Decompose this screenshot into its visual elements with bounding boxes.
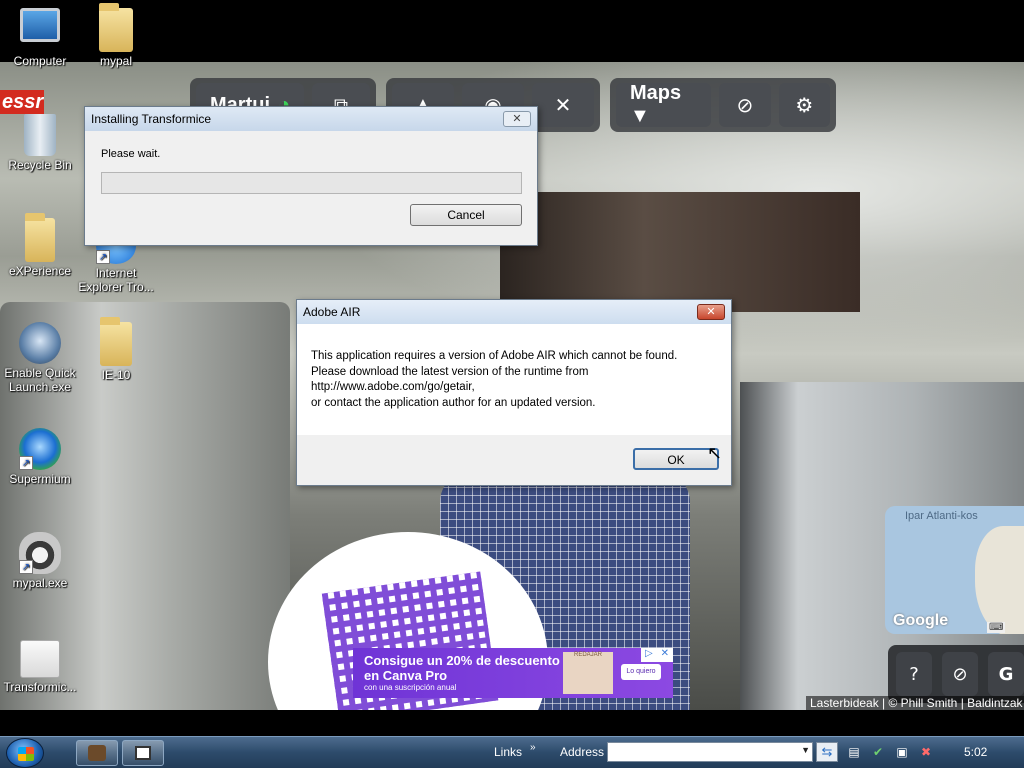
gear-icon[interactable]: ⚙ — [778, 83, 830, 127]
desktop-icon-enable-quick-launch[interactable]: Enable Quick Launch.exe — [0, 322, 80, 394]
desktop-icon-label: Transformic... — [3, 680, 77, 694]
folder-icon — [99, 3, 133, 52]
chevron-right-icon[interactable]: » — [530, 742, 536, 753]
computer-icon — [20, 8, 60, 42]
shortcut-arrow-icon: ↗ — [19, 560, 33, 574]
air-message-line: This application requires a version of A… — [311, 350, 678, 362]
desktop-icon-label: mypal — [99, 54, 132, 68]
cancel-button[interactable]: Cancel — [410, 204, 522, 226]
installer-title-bar[interactable]: Installing Transformice ✕ — [85, 107, 537, 131]
desktop-icon-label: IE-10 — [101, 368, 131, 382]
adobe-air-dialog: Adobe AIR ✕ This application requires a … — [296, 299, 732, 486]
links-toolbar[interactable]: Links — [494, 745, 522, 759]
minimap-ocean-label: Ipar Atlanti-kos — [905, 510, 978, 522]
chevron-down-icon[interactable]: ▼ — [801, 745, 810, 755]
satellite-icon[interactable]: ✕ — [532, 83, 594, 127]
installer-title: Installing Transformice — [91, 112, 212, 126]
shield-check-icon[interactable]: ✔ — [870, 744, 886, 760]
go-button[interactable]: ⇆ — [816, 742, 838, 762]
ad-sub: con una suscripción anual — [364, 683, 457, 692]
clock[interactable]: 5:02 — [964, 745, 987, 759]
folder-icon — [100, 317, 132, 366]
air-message: This application requires a version of A… — [311, 349, 677, 411]
raccoon-icon: ↗ — [19, 532, 61, 574]
quick-launch-icon — [19, 322, 61, 364]
compass-icon[interactable]: ⊘ — [942, 652, 978, 696]
shortcut-arrow-icon: ↗ — [96, 250, 110, 264]
window-taskbar-icon — [135, 746, 151, 760]
close-icon[interactable]: ✕ — [503, 111, 531, 127]
air-message-line: Please download the latest version of th… — [311, 365, 589, 378]
air-message-line: http://www.adobe.com/go/getair, — [311, 381, 475, 393]
desktop-icon-label: Computer — [13, 54, 67, 68]
guess-button[interactable]: G — [988, 652, 1024, 696]
shortcut-arrow-icon: ↗ — [19, 456, 33, 470]
installer-dialog: Installing Transformice ✕ Please wait. C… — [84, 106, 538, 246]
installer-message: Please wait. — [101, 148, 161, 160]
desktop-icon-label: Enable Quick Launch.exe — [4, 366, 76, 394]
google-logo: Google — [893, 612, 949, 629]
desktop-icon-ie10[interactable]: IE-10 — [76, 317, 156, 382]
volume-muted-icon[interactable]: ✖ — [918, 744, 934, 760]
desktop-icon-label: Supermium — [9, 472, 71, 486]
taskbar-item-window[interactable] — [122, 740, 164, 766]
minimap[interactable]: Ipar Atlanti-kos Google ⌨ — [885, 506, 1024, 634]
keyboard-icon[interactable]: ⌨ — [987, 622, 1006, 633]
no-compass-icon[interactable]: ⊘ — [719, 83, 771, 127]
desktop-icon-transformice[interactable]: Transformic... — [0, 640, 80, 694]
ad-image: REDAJAR — [563, 652, 613, 694]
minimap-land — [975, 526, 1024, 634]
windows-logo-icon — [18, 747, 34, 761]
close-icon[interactable]: ✕ — [661, 648, 669, 662]
air-title-bar[interactable]: Adobe AIR ✕ — [297, 300, 731, 324]
desktop-icon-recycle-bin[interactable]: Recycle Bin — [0, 114, 80, 172]
ad-banner[interactable]: Consigue un 20% de descuento en Canva Pr… — [353, 648, 673, 698]
cabin-panel — [500, 192, 860, 312]
network-icon[interactable]: ▣ — [894, 744, 910, 760]
desktop-icon-label: mypal.exe — [12, 576, 68, 590]
desktop-icon-label: Recycle Bin — [8, 158, 72, 172]
toolbar-group-maps: Maps ▼ ⊘ ⚙ — [610, 78, 836, 132]
ad-headline: Consigue un 20% de descuento en Canva Pr… — [364, 653, 560, 683]
maps-dropdown[interactable]: Maps ▼ — [616, 82, 712, 127]
air-message-area: This application requires a version of A… — [297, 324, 731, 435]
mypal-taskbar-icon — [88, 745, 106, 761]
air-message-line: or contact the application author for an… — [311, 396, 596, 409]
ad-badge: REDAJAR — [573, 652, 602, 658]
bottom-tools: ? ⊘ G — [888, 645, 1024, 703]
map-credits: Lasterbideak | © Phill Smith | Baldintza… — [806, 696, 1024, 712]
start-button[interactable] — [6, 738, 44, 768]
desktop-icon-label: eXPerience — [8, 264, 72, 278]
ad-close-controls[interactable]: ▷ ✕ — [641, 648, 673, 662]
document-icon[interactable]: ▤ — [846, 744, 862, 760]
air-title: Adobe AIR — [303, 305, 361, 319]
close-icon[interactable]: ✕ — [697, 304, 725, 320]
install-progress-bar — [101, 172, 522, 194]
taskbar-item-mypal[interactable] — [76, 740, 118, 766]
package-icon — [20, 640, 60, 678]
desktop-icon-mypal-folder[interactable]: mypal — [76, 3, 156, 68]
desktop-icon-experience[interactable]: eXPerience — [0, 213, 80, 278]
folder-icon — [25, 213, 55, 262]
desktop-icon-label: Internet Explorer Tro... — [78, 266, 154, 294]
esr-logo: essr — [0, 90, 44, 114]
supermium-icon: ↗ — [19, 428, 61, 470]
address-label: Address — [560, 745, 605, 759]
mouse-cursor-icon: ↖ — [707, 443, 723, 463]
ad-cta-button[interactable]: Lo quiero — [621, 664, 661, 680]
desktop-icon-computer[interactable]: Computer — [0, 8, 80, 68]
help-button[interactable]: ? — [896, 652, 932, 696]
ad-info-icon[interactable]: ▷ — [645, 648, 653, 662]
desktop-icon-supermium[interactable]: ↗ Supermium — [0, 428, 80, 486]
desktop-icon-mypal-exe[interactable]: ↗ mypal.exe — [0, 532, 80, 590]
recycle-bin-icon — [24, 114, 56, 156]
address-input[interactable]: ▼ — [607, 742, 813, 762]
